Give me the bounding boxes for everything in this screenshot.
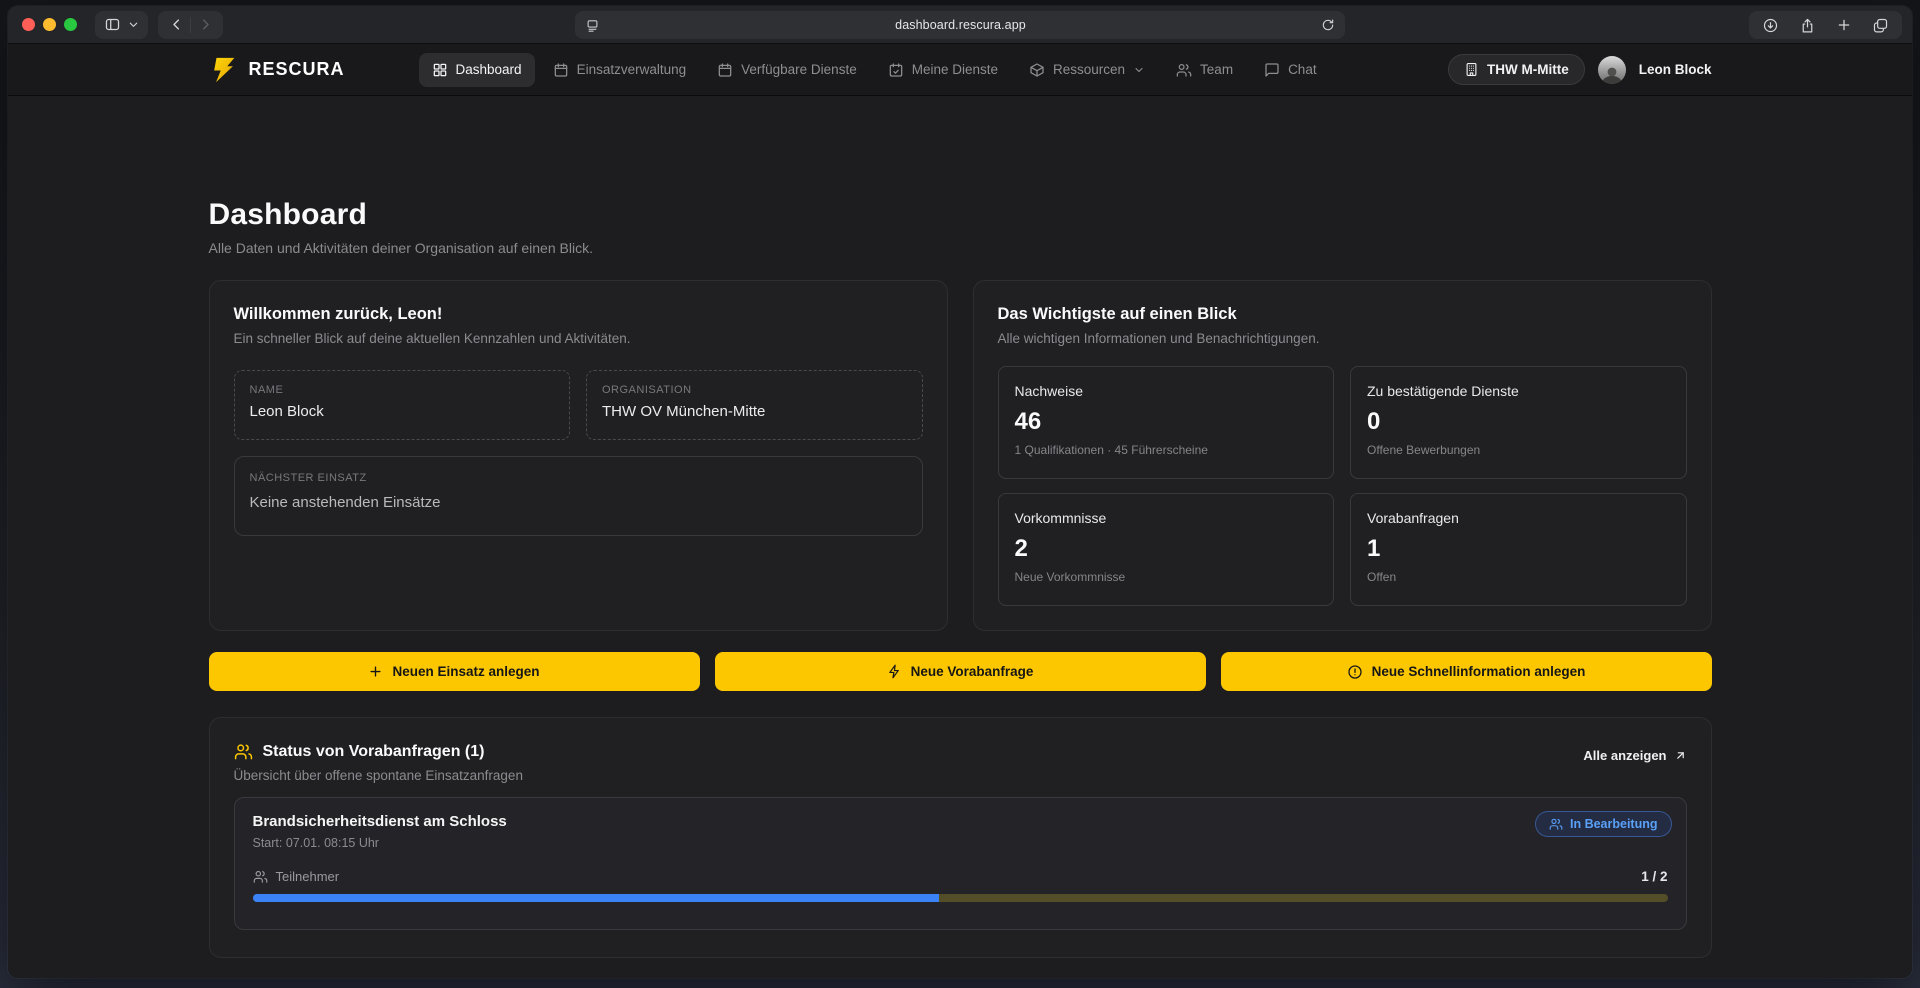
vorabanfrage-title: Brandsicherheitsdienst am Schloss: [253, 813, 1668, 830]
alert-circle-icon: [1347, 664, 1363, 680]
quick-actions: Neuen Einsatz anlegen Neue Vorabanfrage …: [209, 652, 1712, 691]
nav-item-ressourcen[interactable]: Ressourcen: [1016, 53, 1158, 87]
page-title: Dashboard: [209, 198, 1712, 232]
chevron-down-icon[interactable]: [128, 11, 139, 39]
stat-nachweise[interactable]: Nachweise 46 1 Qualifikationen · 45 Führ…: [998, 366, 1335, 479]
sidebar-toggle-group: [95, 11, 148, 39]
nav-item-chat[interactable]: Chat: [1251, 53, 1330, 87]
new-einsatz-button[interactable]: Neuen Einsatz anlegen: [209, 652, 700, 691]
close-window-button[interactable]: [22, 18, 35, 31]
page-subtitle: Alle Daten und Aktivitäten deiner Organi…: [209, 240, 1712, 256]
share-icon[interactable]: [1799, 11, 1816, 39]
nav-item-verfuegbare-dienste[interactable]: Verfügbare Dienste: [704, 53, 870, 87]
field-organisation-label: ORGANISATION: [602, 384, 907, 396]
history-nav-group: [158, 11, 223, 39]
calendar-icon: [717, 62, 733, 78]
overview-card-title: Das Wichtigste auf einen Blick: [998, 305, 1687, 324]
downloads-icon[interactable]: [1762, 11, 1779, 39]
forward-icon[interactable]: [191, 11, 219, 39]
plus-icon: [368, 664, 383, 679]
calendar-check-icon: [888, 62, 904, 78]
nav-right-group: THW M-Mitte Leon Block: [1448, 54, 1712, 85]
vorabanfrage-item[interactable]: Brandsicherheitsdienst am Schloss Start:…: [234, 797, 1687, 930]
sidebar-toggle-icon[interactable]: [104, 11, 121, 39]
participants-count: 1 / 2: [1641, 869, 1667, 884]
url-text[interactable]: dashboard.rescura.app: [600, 18, 1321, 32]
field-name-label: NAME: [250, 384, 555, 396]
stat-vorabanfragen[interactable]: Vorabanfragen 1 Offen: [1350, 493, 1687, 606]
field-organisation-value: THW OV München-Mitte: [602, 403, 907, 420]
brand-name: RESCURA: [249, 59, 345, 80]
users-icon: [234, 742, 253, 761]
users-icon: [253, 869, 268, 884]
grid-icon: [432, 62, 448, 78]
avatar-silhouette-icon: [1600, 67, 1624, 84]
calendar-icon: [553, 62, 569, 78]
section-subtitle: Übersicht über offene spontane Einsatzan…: [234, 768, 523, 783]
welcome-card-subtitle: Ein schneller Blick auf deine aktuellen …: [234, 331, 923, 346]
chevron-down-icon: [1133, 64, 1145, 76]
field-organisation: ORGANISATION THW OV München-Mitte: [586, 370, 923, 440]
minimize-window-button[interactable]: [43, 18, 56, 31]
stat-vorkommnisse[interactable]: Vorkommnisse 2 Neue Vorkommnisse: [998, 493, 1335, 606]
nav-item-meine-dienste[interactable]: Meine Dienste: [875, 53, 1011, 87]
rescura-logo-icon: [209, 55, 239, 85]
page-settings-icon[interactable]: [585, 18, 600, 33]
user-avatar[interactable]: [1598, 56, 1626, 84]
field-name-value: Leon Block: [250, 403, 555, 420]
nav-item-dashboard[interactable]: Dashboard: [419, 53, 535, 87]
field-next-einsatz: NÄCHSTER EINSATZ Keine anstehenden Einsä…: [234, 456, 923, 536]
nav-menu: Dashboard Einsatzverwaltung Verfügbare D…: [419, 53, 1330, 87]
users-icon: [1176, 62, 1192, 78]
brand[interactable]: RESCURA: [209, 55, 345, 85]
participants-progress-track: [253, 894, 1668, 902]
package-icon: [1029, 62, 1045, 78]
building-icon: [1464, 62, 1479, 77]
chrome-actions-group: [1749, 11, 1902, 39]
page-content: Dashboard Alle Daten und Aktivitäten dei…: [8, 96, 1912, 978]
see-all-link[interactable]: Alle anzeigen: [1583, 748, 1686, 763]
welcome-card-title: Willkommen zurück, Leon!: [234, 305, 923, 324]
participants-label: Teilnehmer: [276, 869, 340, 884]
user-name[interactable]: Leon Block: [1639, 62, 1712, 77]
section-title: Status von Vorabanfragen (1): [263, 743, 485, 761]
app-navbar: RESCURA Dashboard Einsatzverwaltung Verf…: [8, 44, 1912, 96]
field-name: NAME Leon Block: [234, 370, 571, 440]
status-badge[interactable]: In Bearbeitung: [1535, 811, 1672, 837]
traffic-lights: [22, 18, 77, 31]
reload-icon[interactable]: [1321, 11, 1335, 39]
nav-item-team[interactable]: Team: [1163, 53, 1246, 87]
browser-chrome: dashboard.rescura.app: [8, 6, 1912, 44]
field-next-einsatz-label: NÄCHSTER EINSATZ: [250, 472, 907, 484]
users-icon: [1549, 817, 1563, 831]
vorabanfrage-start: Start: 07.01. 08:15 Uhr: [253, 836, 1668, 850]
nav-item-einsatzverwaltung[interactable]: Einsatzverwaltung: [540, 53, 700, 87]
vorabanfragen-status-card: Status von Vorabanfragen (1) Übersicht ü…: [209, 717, 1712, 958]
overview-card-subtitle: Alle wichtigen Informationen und Benachr…: [998, 331, 1687, 346]
welcome-card: Willkommen zurück, Leon! Ein schneller B…: [209, 280, 948, 631]
org-switcher-button[interactable]: THW M-Mitte: [1448, 54, 1585, 85]
new-tab-icon[interactable]: [1836, 11, 1852, 39]
stat-zu-bestaetigende-dienste[interactable]: Zu bestätigende Dienste 0 Offene Bewerbu…: [1350, 366, 1687, 479]
new-vorabanfrage-button[interactable]: Neue Vorabanfrage: [715, 652, 1206, 691]
participants-progress-fill: [253, 894, 939, 902]
overview-card: Das Wichtigste auf einen Blick Alle wich…: [973, 280, 1712, 631]
tab-overview-icon[interactable]: [1872, 11, 1889, 39]
chat-bubble-icon: [1264, 62, 1280, 78]
browser-window: dashboard.rescura.app: [8, 6, 1912, 978]
back-icon[interactable]: [162, 11, 190, 39]
bolt-icon: [887, 664, 902, 679]
arrow-up-right-icon: [1674, 749, 1687, 762]
field-next-einsatz-value: Keine anstehenden Einsätze: [250, 494, 907, 511]
new-schnellinformation-button[interactable]: Neue Schnellinformation anlegen: [1221, 652, 1712, 691]
url-bar[interactable]: dashboard.rescura.app: [575, 11, 1345, 39]
zoom-window-button[interactable]: [64, 18, 77, 31]
